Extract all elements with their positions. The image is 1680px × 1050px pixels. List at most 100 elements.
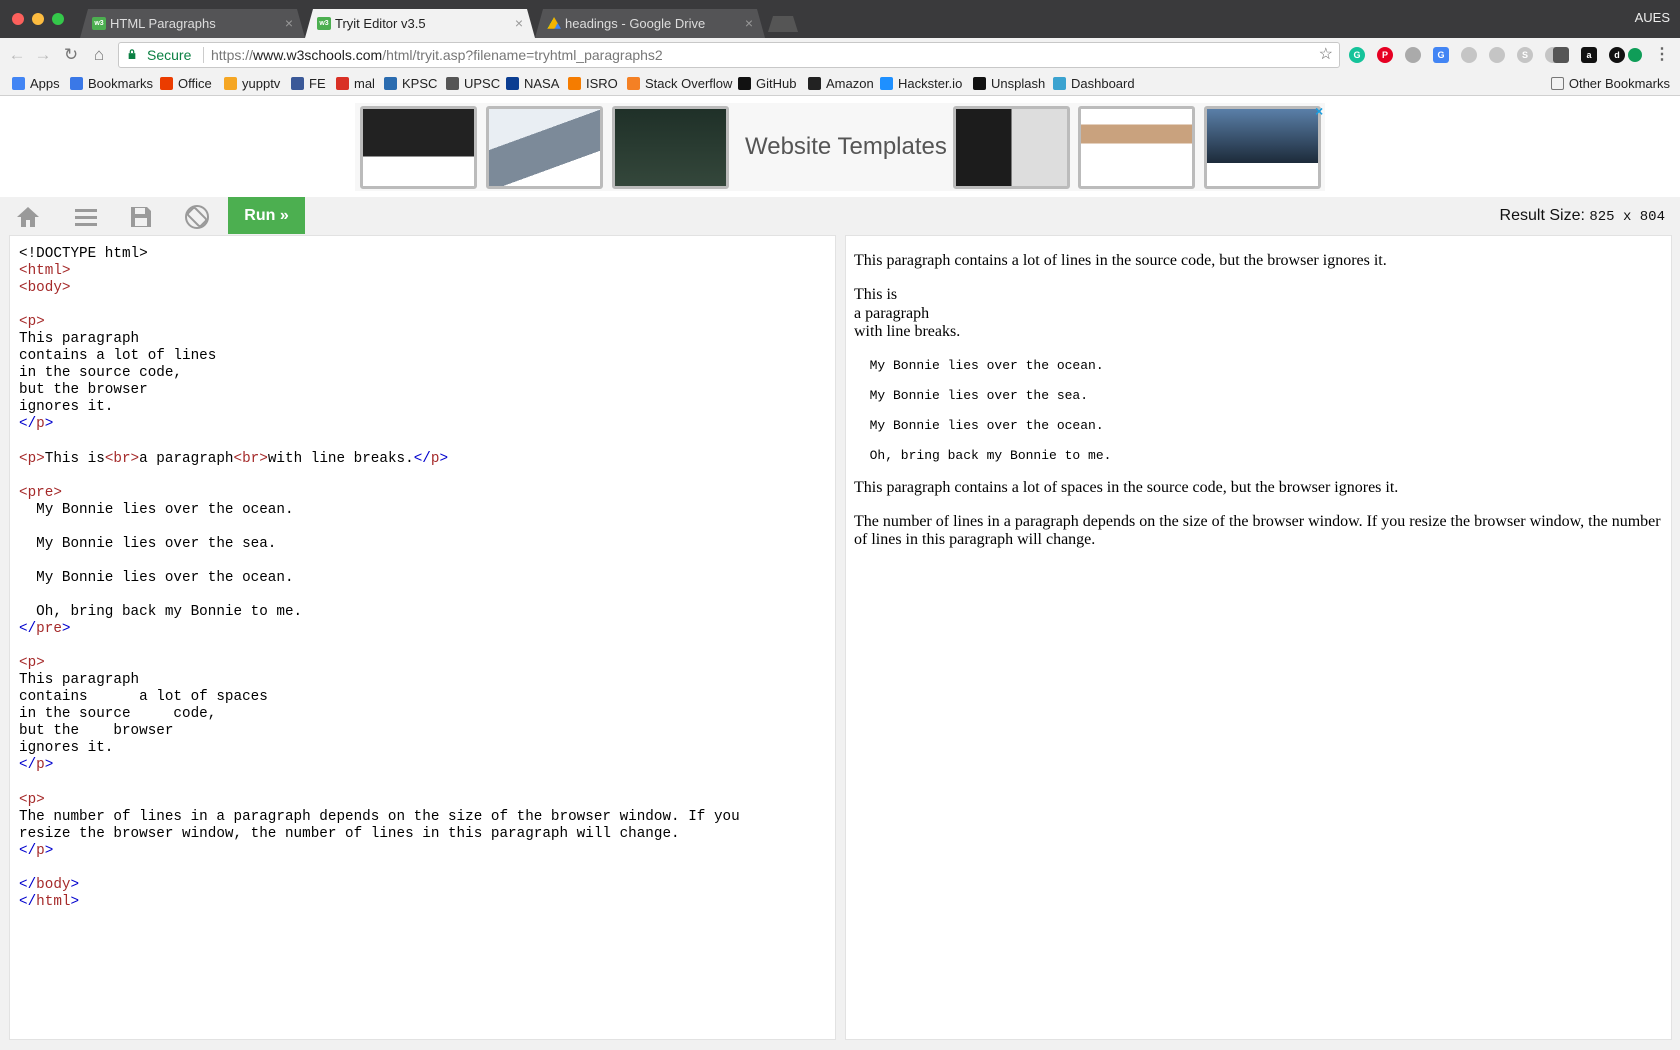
tab-tryit-editor[interactable]: w3 Tryit Editor v3.5 × (305, 9, 535, 38)
result-frame[interactable]: This paragraph contains a lot of lines i… (845, 235, 1672, 1040)
close-tab-icon[interactable]: × (285, 9, 293, 38)
code-token: resize the browser window, the number of… (19, 825, 680, 842)
forward-arrow-icon[interactable]: → (32, 44, 54, 66)
bookmark-label: ISRO (586, 76, 618, 91)
close-tab-icon[interactable]: × (515, 9, 523, 38)
new-tab-button[interactable] (768, 16, 798, 32)
bookmark-item[interactable]: KPSC (384, 75, 437, 93)
minimize-window-button[interactable] (32, 13, 44, 25)
evernote-icon[interactable]: d (1609, 47, 1625, 63)
bookmark-item[interactable]: mal (336, 75, 375, 93)
code-token: in the source code, (19, 365, 183, 382)
close-ad-icon[interactable]: × (1315, 103, 1323, 119)
grammarly-icon[interactable]: G (1349, 47, 1365, 63)
drive-icon[interactable] (1489, 47, 1505, 63)
tab-html-paragraphs[interactable]: w3 HTML Paragraphs × (80, 9, 305, 38)
code-token: > (44, 416, 54, 433)
profile-name[interactable]: AUES (1635, 10, 1670, 25)
template-thumbnail[interactable] (953, 106, 1070, 189)
code-editor[interactable]: <!DOCTYPE html> <html> <body> <p> This para… (9, 235, 836, 1040)
code-line: <p> (19, 655, 826, 672)
other-bookmarks[interactable]: Other Bookmarks (1550, 75, 1670, 93)
bookmark-item[interactable]: Bookmarks (70, 75, 153, 93)
bookmark-item[interactable]: Stack Overflow (627, 75, 732, 93)
bookmark-item[interactable]: Apps (12, 75, 60, 93)
maximize-window-button[interactable] (52, 13, 64, 25)
bookmark-item[interactable]: Hackster.io (880, 75, 962, 93)
code-token: body (36, 876, 71, 893)
shield-icon[interactable] (1405, 47, 1421, 63)
code-token: ignores it. (19, 399, 114, 416)
bookmark-item[interactable]: ISRO (568, 75, 618, 93)
code-token: ignores it. (19, 740, 114, 757)
website-templates-ad[interactable]: Website Templates × (355, 103, 1325, 191)
bookmark-item[interactable]: Amazon (808, 75, 874, 93)
run-button[interactable]: Run » (228, 197, 305, 234)
cloud-icon[interactable] (1461, 47, 1477, 63)
rotate-orientation-icon[interactable] (183, 203, 211, 231)
bookmarks-bar: Other Bookmarks Apps Bookmarks Office yuppt… (0, 72, 1680, 96)
bookmark-item[interactable]: UPSC (446, 75, 500, 93)
bookmark-item[interactable]: Office (160, 75, 212, 93)
code-line: </p> (19, 843, 826, 860)
bookmark-label: Amazon (826, 76, 874, 91)
bookmark-item[interactable]: Unsplash (973, 75, 1045, 93)
code-token: but the browser (19, 382, 148, 399)
address-bar[interactable]: Secure https://www.w3schools.com/html/tr… (118, 42, 1340, 68)
browser-title-bar: w3 HTML Paragraphs × w3 Tryit Editor v3.… (0, 0, 1680, 38)
tab-google-drive[interactable]: headings - Google Drive × (535, 9, 765, 38)
code-text[interactable]: <!DOCTYPE html> <html> <body> <p> This para… (19, 246, 826, 911)
skype-icon[interactable]: S (1517, 47, 1533, 63)
honey-icon[interactable]: a (1581, 47, 1597, 63)
code-line: but the browser (19, 382, 826, 399)
bookmark-item[interactable]: yupptv (224, 75, 280, 93)
bookmark-star-icon[interactable]: ☆ (1319, 43, 1333, 67)
bookmark-label: Bookmarks (88, 76, 154, 91)
result-paragraph-4: The number of lines in a paragraph depen… (854, 513, 1661, 549)
home-icon[interactable] (14, 203, 42, 231)
template-thumbnail[interactable] (360, 106, 477, 189)
bookmark-item[interactable]: FE (291, 75, 326, 93)
template-thumbnail[interactable] (1078, 106, 1195, 189)
code-line: but the browser (19, 723, 826, 740)
code-token: The number of lines in a paragraph depen… (19, 808, 740, 825)
tab-title: Tryit Editor v3.5 (335, 16, 426, 31)
tab-title: headings - Google Drive (565, 16, 706, 31)
hangouts-icon[interactable] (1628, 48, 1642, 62)
template-thumbnail[interactable] (486, 106, 603, 189)
template-thumbnail[interactable] (612, 106, 729, 189)
code-token: contains a lot of lines (19, 348, 217, 365)
save-icon[interactable] (127, 203, 155, 231)
close-window-button[interactable] (12, 13, 24, 25)
close-tab-icon[interactable]: × (745, 9, 753, 38)
bookmark-item[interactable]: NASA (506, 75, 559, 93)
translate-icon[interactable]: G (1433, 47, 1449, 63)
code-line: ignores it. (19, 399, 826, 416)
code-token: <p> (19, 314, 45, 331)
bookmark-icon (506, 77, 519, 90)
pinterest-icon[interactable]: P (1377, 47, 1393, 63)
template-thumbnail[interactable] (1204, 106, 1321, 189)
lightbulb-box-ext-icon[interactable] (1553, 47, 1569, 63)
bookmark-icon (627, 77, 640, 90)
code-line: </p> (19, 416, 826, 433)
ad-title[interactable]: Website Templates (745, 133, 947, 161)
url-text[interactable]: https://www.w3schools.com/html/tryit.asp… (211, 43, 663, 67)
code-line: contains a lot of lines (19, 348, 826, 365)
bookmark-icon (808, 77, 821, 90)
reload-icon[interactable]: ↻ (60, 44, 82, 66)
home-icon[interactable]: ⌂ (88, 44, 110, 66)
code-token: > (439, 450, 449, 467)
result-paragraph-1: This paragraph contains a lot of lines i… (854, 252, 1387, 269)
back-arrow-icon[interactable]: ← (6, 44, 28, 66)
menu-kebab-icon[interactable]: ⋮ (1654, 47, 1670, 63)
secure-label: Secure (147, 47, 192, 63)
menu-icon[interactable] (72, 203, 100, 231)
bookmark-item[interactable]: GitHub (738, 75, 796, 93)
result-paragraph-3: This paragraph contains a lot of spaces … (854, 478, 1399, 496)
bookmark-item[interactable]: Dashboard (1053, 75, 1135, 93)
